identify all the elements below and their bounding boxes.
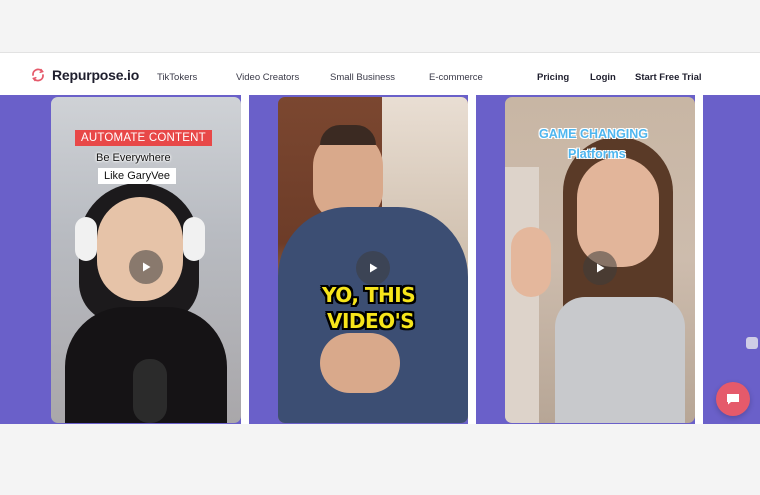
headphone-right	[183, 217, 205, 261]
nav-link-ecommerce[interactable]: E-commerce	[429, 72, 483, 83]
play-button[interactable]	[583, 251, 617, 285]
figure-hand	[511, 227, 551, 297]
caption-be-everywhere: Be Everywhere	[96, 152, 171, 164]
figure-face	[577, 157, 659, 267]
caption-platforms: Platforms	[568, 147, 626, 161]
chat-icon	[727, 394, 739, 405]
nav-login[interactable]: Login	[590, 72, 616, 83]
play-icon	[370, 263, 378, 273]
play-icon	[597, 263, 605, 273]
caption-yo-this: YO, THIS	[322, 283, 416, 307]
carousel-gap	[241, 95, 249, 424]
page-bottom-area	[0, 424, 760, 495]
figure-hair	[320, 125, 376, 145]
nav-pricing[interactable]: Pricing	[537, 72, 569, 83]
caption-game-changing: GAME CHANGING	[539, 127, 649, 141]
caption-automate-content: AUTOMATE CONTENT	[75, 130, 212, 146]
carousel-gap	[695, 95, 703, 424]
video-card-2[interactable]: YO, THIS VIDEO'S	[278, 97, 468, 423]
figure-hands	[320, 333, 400, 393]
play-button[interactable]	[129, 250, 163, 284]
nav-link-small-business[interactable]: Small Business	[330, 72, 395, 83]
brand-name: Repurpose.io	[52, 67, 140, 83]
headphone-left	[75, 217, 97, 261]
chat-button[interactable]	[716, 382, 750, 416]
nav-link-tiktokers[interactable]: TikTokers	[157, 72, 197, 83]
figure-top	[555, 297, 685, 423]
caption-like-garyvee: Like GaryVee	[98, 168, 177, 184]
repurpose-logo-icon	[32, 68, 44, 82]
site-navbar: Repurpose.io TikTokers Video Creators Sm…	[0, 53, 760, 95]
logo[interactable]: Repurpose.io	[30, 67, 139, 83]
microphone	[133, 359, 167, 423]
side-widget-icon[interactable]	[746, 337, 758, 349]
nav-start-free-trial[interactable]: Start Free Trial	[635, 72, 702, 83]
browser-top-area	[0, 0, 760, 53]
play-icon	[143, 262, 151, 272]
video-card-3[interactable]: GAME CHANGING Platforms	[505, 97, 695, 423]
nav-link-video-creators[interactable]: Video Creators	[236, 72, 299, 83]
figure-face	[97, 197, 183, 301]
video-card-1[interactable]: AUTOMATE CONTENT Be Everywhere Like Gary…	[51, 97, 241, 423]
play-button[interactable]	[356, 251, 390, 285]
carousel-gap	[468, 95, 476, 424]
caption-videos: VIDEO'S	[327, 309, 415, 333]
